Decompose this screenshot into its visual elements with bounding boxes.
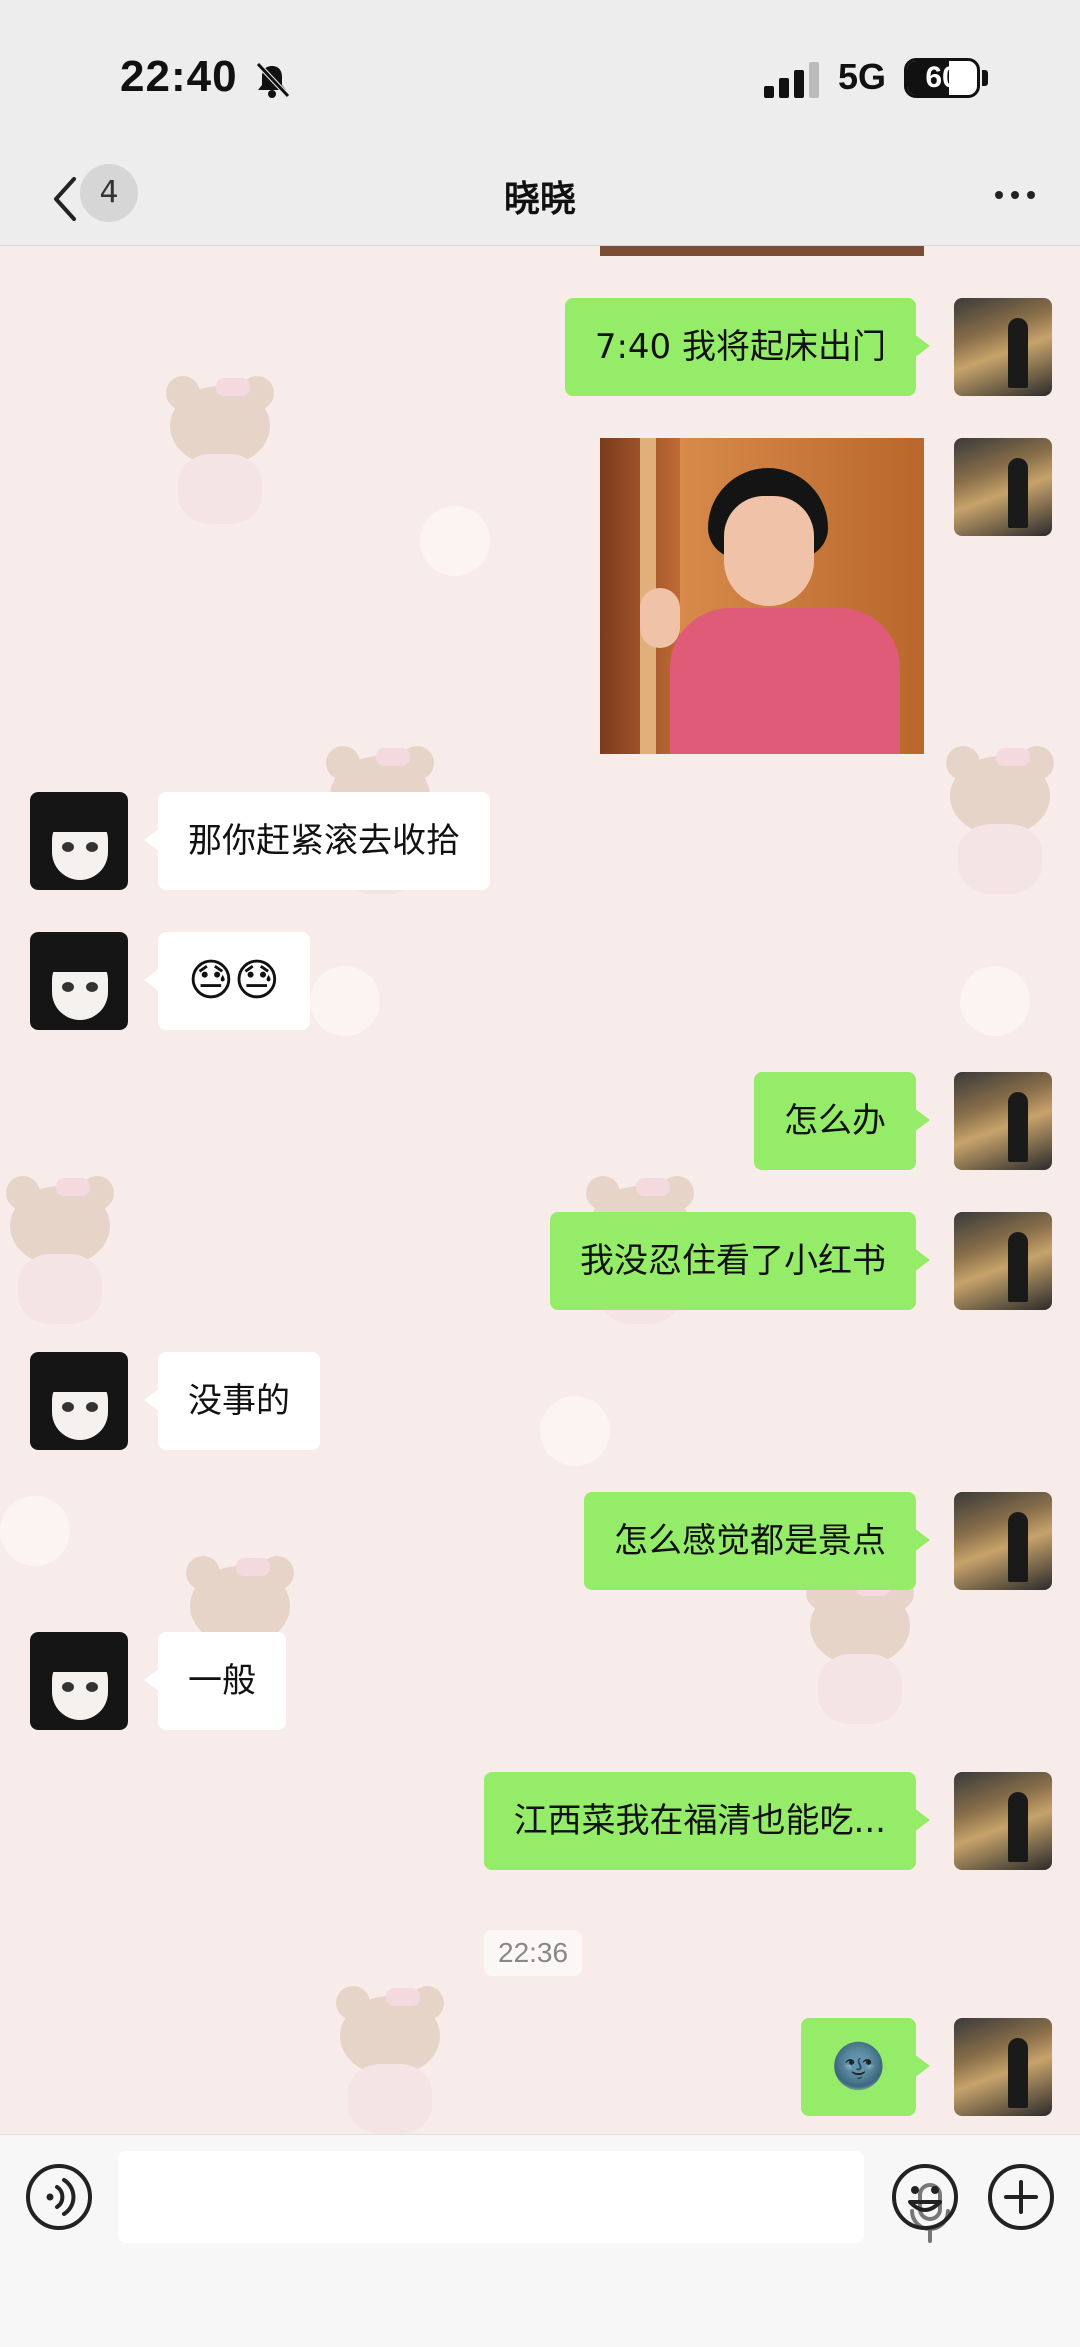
- contact-avatar[interactable]: [30, 792, 128, 890]
- puff-decoration: [310, 966, 380, 1036]
- sent-message[interactable]: 怎么办: [754, 1072, 930, 1170]
- puff-decoration: [540, 1396, 610, 1466]
- received-message[interactable]: 那你赶紧滚去收拾: [144, 792, 490, 890]
- my-avatar[interactable]: [954, 2018, 1052, 2116]
- puff-decoration: [0, 1496, 70, 1566]
- bear-decoration: [940, 746, 1060, 896]
- sent-message[interactable]: 怎么感觉都是景点: [584, 1492, 930, 1590]
- more-dot: [1027, 191, 1035, 199]
- sent-message[interactable]: 江西菜我在福清也能吃...: [483, 1772, 931, 1870]
- my-avatar[interactable]: [954, 1072, 1052, 1170]
- puff-decoration: [420, 506, 490, 576]
- battery-level: 60: [925, 61, 959, 94]
- sent-message[interactable]: 7:40 我将起床出门: [564, 298, 931, 396]
- more-dot: [1011, 191, 1019, 199]
- status-bar: 22:40 5G 60: [0, 0, 1080, 150]
- image-message[interactable]: [600, 438, 924, 754]
- contact-avatar[interactable]: [30, 1632, 128, 1730]
- bear-decoration: [0, 1176, 120, 1326]
- bell-mute-icon: [256, 62, 290, 98]
- message-input[interactable]: [118, 2151, 950, 2243]
- network-type: 5G: [838, 56, 887, 97]
- previous-image-message[interactable]: [600, 246, 924, 256]
- status-time: 22:40: [120, 52, 238, 101]
- my-avatar[interactable]: [954, 1212, 1052, 1310]
- puff-decoration: [960, 966, 1030, 1036]
- more-button[interactable]: [980, 170, 1050, 220]
- chat-header: 4 晓晓: [0, 150, 1080, 246]
- battery-tip: [982, 70, 988, 86]
- more-dots-icon: [995, 191, 1003, 199]
- bear-decoration: [160, 376, 280, 526]
- my-avatar[interactable]: [954, 438, 1052, 536]
- bear-decoration: [330, 1986, 450, 2134]
- page-title: 晓晓: [503, 179, 576, 220]
- received-message[interactable]: 一般: [144, 1632, 286, 1730]
- signal-icon: [764, 62, 819, 98]
- input-bar: [0, 2134, 1080, 2347]
- sent-message[interactable]: 我没忍住看了小红书: [550, 1212, 930, 1310]
- battery-icon: 60: [904, 58, 980, 98]
- voice-icon[interactable]: [24, 2162, 94, 2232]
- chat-area[interactable]: 7:40 我将起床出门 那你赶紧滚去收拾 😓😓 怎么办 我没忍住看了小红书 没事…: [0, 246, 1080, 2134]
- bear-decoration: [800, 1576, 920, 1726]
- received-message[interactable]: 没事的: [144, 1352, 320, 1450]
- my-avatar[interactable]: [954, 1772, 1052, 1870]
- plus-icon[interactable]: [986, 2162, 1056, 2232]
- contact-avatar[interactable]: [30, 1352, 128, 1450]
- received-message[interactable]: 😓😓: [144, 932, 310, 1030]
- message-timestamp: 22:36: [484, 1930, 583, 1976]
- emoji-icon[interactable]: [890, 2162, 960, 2232]
- contact-avatar[interactable]: [30, 932, 128, 1030]
- sent-message[interactable]: 🌚: [801, 2018, 930, 2116]
- my-avatar[interactable]: [954, 298, 1052, 396]
- my-avatar[interactable]: [954, 1492, 1052, 1590]
